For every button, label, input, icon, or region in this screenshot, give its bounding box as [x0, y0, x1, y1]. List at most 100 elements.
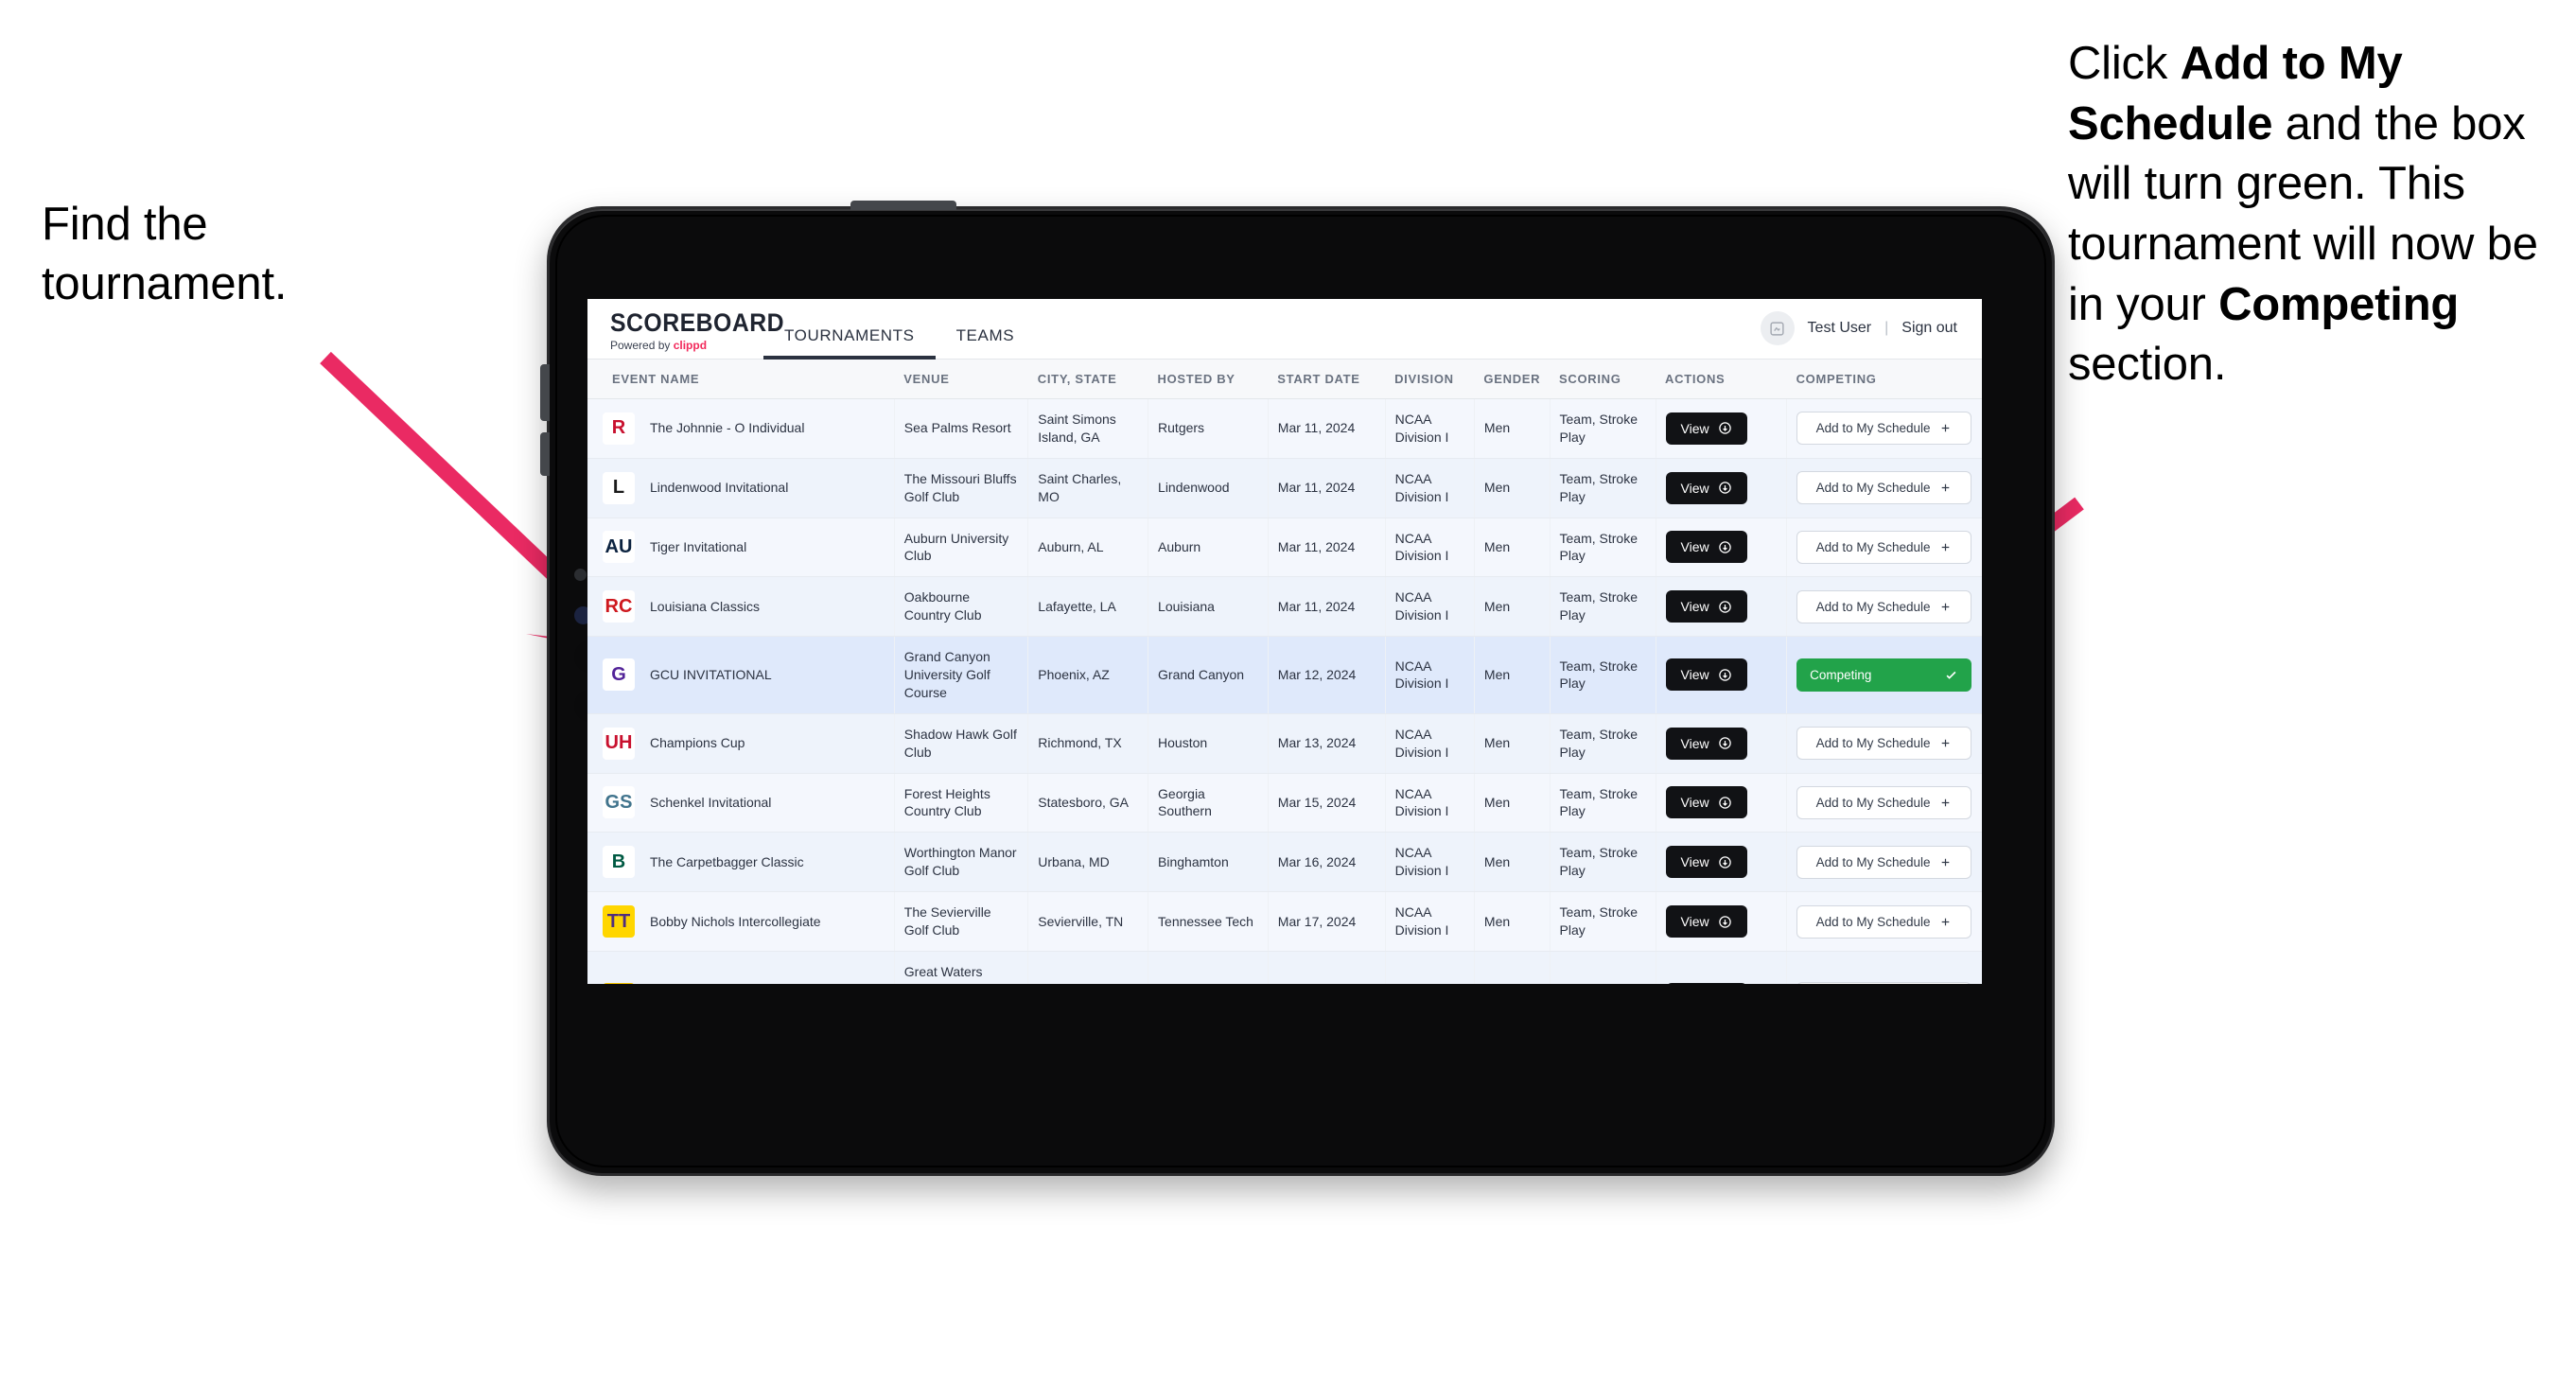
cell-event-name: AU Tiger Invitational — [587, 518, 895, 578]
brand-name: SCOREBOARD — [610, 308, 785, 337]
table-body: R The Johnnie - O Individual Sea Palms Res… — [587, 398, 1982, 984]
cell-gender: Men — [1474, 576, 1551, 638]
cell-city-state: Auburn, AL — [1027, 518, 1149, 578]
cell-actions: View — [1656, 773, 1788, 833]
event-name-label: Tiger Invitational — [650, 539, 747, 554]
view-button[interactable]: View — [1665, 905, 1747, 939]
cell-actions: View — [1656, 713, 1788, 774]
annot-r-6: section. — [2068, 339, 2227, 391]
cell-gender: Men — [1474, 832, 1551, 893]
cell-city-state: Urbana, MD — [1027, 832, 1149, 893]
plus-icon — [1942, 483, 1950, 492]
cell-start-date: Mar 16, 2024 — [1268, 832, 1386, 893]
annot-r-5: Competing — [2218, 278, 2460, 330]
cell-city-state: Saint Simons Island, GA — [1027, 398, 1149, 459]
add-to-my-schedule-label: Add to My Schedule — [1815, 854, 1931, 869]
plus-icon — [1942, 543, 1950, 552]
table-row[interactable]: UH Champions Cup Shadow Hawk Golf Club Rich… — [587, 713, 1982, 774]
add-to-my-schedule-button[interactable]: Add to My Schedule — [1796, 727, 1972, 761]
column-header-scoring: SCORING — [1550, 360, 1656, 399]
cell-hosted-by: Georgia Southern — [1148, 773, 1269, 833]
cell-scoring: Team, Stroke Play — [1550, 458, 1656, 518]
cell-hosted-by: Louisiana — [1148, 576, 1269, 638]
cell-venue: Grand Canyon University Golf Course — [894, 636, 1029, 714]
column-header-gender: GENDER — [1474, 360, 1551, 399]
view-button[interactable]: View — [1665, 590, 1747, 623]
cell-hosted-by: Tennessee Tech — [1148, 891, 1269, 952]
add-to-my-schedule-button[interactable]: Add to My Schedule — [1796, 982, 1972, 984]
cell-gender: Men — [1474, 773, 1551, 833]
view-button[interactable]: View — [1665, 727, 1747, 760]
brand-logo[interactable]: SCOREBOARD Powered by clippd — [587, 308, 785, 359]
tab-tournaments[interactable]: TOURNAMENTS — [763, 326, 936, 360]
add-to-my-schedule-button[interactable]: Add to My Schedule — [1796, 845, 1972, 879]
cell-actions: View — [1656, 518, 1788, 578]
add-to-my-schedule-button[interactable]: Add to My Schedule — [1796, 904, 1972, 939]
table-row[interactable]: TT Bobby Nichols Intercollegiate The Sevie… — [587, 891, 1982, 952]
cell-event-name: TT Bobby Nichols Intercollegiate — [587, 891, 895, 952]
table-row[interactable]: KSLinger Longer InvitationalGreat Waters… — [587, 951, 1982, 984]
cell-division: NCAA Division I — [1385, 576, 1475, 638]
table-row[interactable]: AU Tiger Invitational Auburn University Cl… — [587, 518, 1982, 578]
cell-competing: Competing — [1786, 636, 1982, 714]
column-header-venue: VENUE — [894, 360, 1028, 399]
cell-gender: Men — [1474, 891, 1551, 952]
team-logo-icon: TT — [603, 905, 635, 939]
add-to-my-schedule-label: Add to My Schedule — [1815, 736, 1931, 751]
team-logo-icon: AU — [603, 531, 635, 564]
tab-teams[interactable]: TEAMS — [936, 326, 1036, 359]
tablet-top-button[interactable] — [850, 201, 956, 210]
circle-arrow-icon — [1718, 600, 1731, 613]
competing-button[interactable]: Competing — [1796, 658, 1972, 692]
table-row[interactable]: G GCU INVITATIONAL Grand Canyon University… — [587, 636, 1982, 714]
user-avatar-icon[interactable] — [1760, 311, 1795, 345]
cell-city-state: Saint Charles, MO — [1027, 458, 1149, 518]
cell-competing: Add to My Schedule — [1786, 832, 1982, 893]
event-name-label: Schenkel Invitational — [650, 795, 772, 811]
add-to-my-schedule-label: Add to My Schedule — [1815, 481, 1931, 496]
view-button[interactable]: View — [1665, 846, 1747, 879]
view-button[interactable]: View — [1665, 982, 1747, 984]
sign-out-link[interactable]: Sign out — [1901, 320, 1957, 337]
add-to-my-schedule-button[interactable]: Add to My Schedule — [1796, 471, 1972, 505]
view-button[interactable]: View — [1665, 412, 1747, 445]
table-row[interactable]: L Lindenwood Invitational The Missouri Blu… — [587, 458, 1982, 518]
column-header-city-state: CITY, STATE — [1027, 360, 1148, 399]
add-to-my-schedule-button[interactable]: Add to My Schedule — [1796, 530, 1972, 564]
add-to-my-schedule-button[interactable]: Add to My Schedule — [1796, 412, 1972, 446]
table-row[interactable]: B The Carpetbagger Classic Worthington Man… — [587, 832, 1982, 893]
view-button[interactable]: View — [1665, 471, 1747, 504]
column-header-division: DIVISION — [1385, 360, 1475, 399]
annotation-right-paragraph: Click Add to My Schedule and the box wil… — [2068, 34, 2560, 395]
column-header-hosted-by: HOSTED BY — [1148, 360, 1269, 399]
circle-arrow-icon — [1718, 482, 1731, 494]
cell-event-name: G GCU INVITATIONAL — [587, 636, 895, 714]
cell-actions: View — [1656, 576, 1788, 638]
table-row[interactable]: GS Schenkel Invitational Forest Heights Co… — [587, 773, 1982, 833]
cell-venue: Forest Heights Country Club — [894, 773, 1029, 833]
cell-hosted-by: Kennesaw State — [1148, 951, 1269, 984]
team-logo-icon: UH — [603, 727, 635, 760]
table-row[interactable]: R The Johnnie - O Individual Sea Palms Res… — [587, 398, 1982, 459]
add-to-my-schedule-label: Add to My Schedule — [1815, 795, 1931, 810]
view-button-label: View — [1680, 480, 1709, 496]
page-root: Find the tournament. Click Add to My Sch… — [0, 0, 2576, 1386]
add-to-my-schedule-button[interactable]: Add to My Schedule — [1796, 785, 1972, 819]
circle-arrow-icon — [1718, 541, 1731, 553]
view-button[interactable]: View — [1665, 531, 1747, 564]
plus-icon — [1942, 739, 1950, 747]
tablet-volume-down-button[interactable] — [540, 432, 550, 476]
view-button-label: View — [1680, 667, 1709, 683]
main-nav-tabs: TOURNAMENTS TEAMS — [763, 299, 1036, 360]
cell-hosted-by: Binghamton — [1148, 832, 1269, 893]
view-button[interactable]: View — [1665, 786, 1747, 819]
cell-event-name: GS Schenkel Invitational — [587, 773, 895, 833]
add-to-my-schedule-button[interactable]: Add to My Schedule — [1796, 589, 1972, 623]
cell-gender: Men — [1474, 398, 1551, 459]
view-button[interactable]: View — [1665, 658, 1747, 692]
team-logo-icon: GS — [603, 786, 635, 819]
table-header-row: EVENT NAME VENUE CITY, STATE HOSTED BY START… — [587, 360, 1982, 399]
tablet-volume-up-button[interactable] — [540, 364, 550, 421]
cell-venue: Oakbourne Country Club — [894, 576, 1029, 638]
table-row[interactable]: RC Louisiana Classics Oakbourne Country Cl… — [587, 576, 1982, 638]
